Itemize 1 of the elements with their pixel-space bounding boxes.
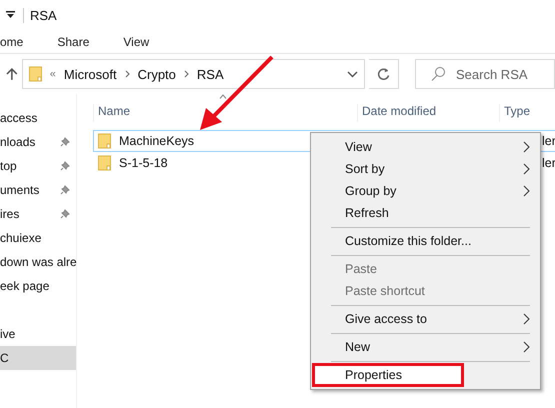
window-title: RSA: [23, 8, 57, 22]
